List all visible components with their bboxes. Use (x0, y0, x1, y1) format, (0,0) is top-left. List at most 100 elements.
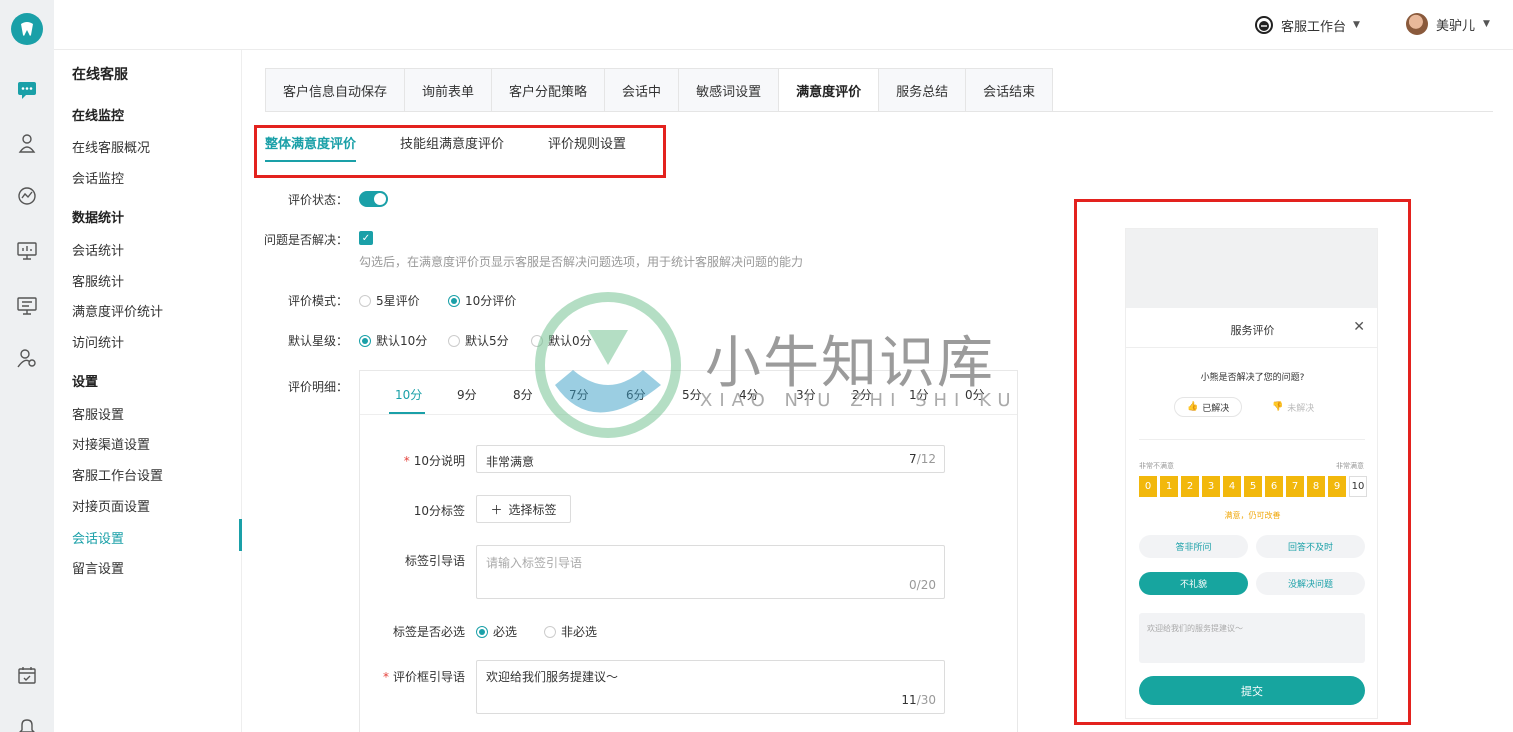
sidebar-item-session-stats[interactable]: 会话统计 (72, 240, 124, 259)
radio-default-0[interactable]: 默认0分 (531, 332, 592, 349)
agent-icon[interactable] (15, 131, 39, 155)
score-tab-1[interactable]: 1分 (909, 386, 929, 403)
tab-pre-chat-form[interactable]: 询前表单 (404, 68, 493, 112)
bell-icon[interactable] (15, 714, 39, 732)
box-guide-max: /30 (916, 693, 936, 707)
tab-satisfaction[interactable]: 满意度评价 (778, 68, 880, 112)
sidebar-item-agent-stats[interactable]: 客服统计 (72, 271, 124, 290)
preview-score-0[interactable]: 0 (1139, 476, 1157, 497)
sidebar-item-message-settings[interactable]: 留言设置 (72, 558, 124, 577)
radio-label: 默认0分 (548, 334, 592, 348)
desc-max: /12 (916, 452, 936, 466)
radio-optional[interactable]: 非必选 (544, 623, 597, 640)
sidebar-item-session-monitor[interactable]: 会话监控 (72, 168, 124, 187)
thumbs-down-icon: 👎 (1272, 402, 1284, 412)
sidebar-item-visit-stats[interactable]: 访问统计 (72, 332, 124, 351)
radio-dot (476, 625, 488, 638)
status-label: 评价状态： (287, 193, 348, 207)
close-icon[interactable]: ✕ (1353, 319, 1365, 335)
tab-assignment[interactable]: 客户分配策略 (491, 68, 606, 112)
preview-score-10[interactable]: 10 (1349, 476, 1367, 497)
sidebar-item-satisfaction-stats[interactable]: 满意度评价统计 (72, 301, 163, 320)
chat-icon[interactable] (15, 78, 39, 102)
sidebar-item-page-settings[interactable]: 对接页面设置 (72, 496, 150, 515)
preview-suggestion-textarea[interactable]: 欢迎给我们的服务提建议～ (1139, 613, 1365, 663)
sidebar-item-workbench-settings[interactable]: 客服工作台设置 (72, 465, 163, 484)
required-label: 标签是否必选 (392, 625, 465, 639)
radio-label: 必选 (493, 625, 518, 639)
calendar-icon[interactable] (15, 663, 39, 687)
preview-score-2[interactable]: 2 (1181, 476, 1199, 497)
desc-input[interactable]: 非常满意 7/12 (476, 445, 945, 473)
preview-solved-button[interactable]: 👍 已解决 (1174, 397, 1243, 417)
preview-tag-unsolved[interactable]: 没解决问题 (1256, 572, 1365, 595)
score-tab-8[interactable]: 8分 (513, 386, 533, 403)
radio-dot (531, 334, 543, 347)
desc-count: 7 (909, 452, 917, 466)
preview-unsolved-button[interactable]: 👎 未解决 (1260, 397, 1326, 417)
radio-dot (544, 625, 556, 638)
radio-required[interactable]: 必选 (476, 623, 517, 640)
preview-score-3[interactable]: 3 (1202, 476, 1220, 497)
solved-checkbox[interactable]: ✓ (359, 231, 373, 245)
preview-score-9[interactable]: 9 (1328, 476, 1346, 497)
score-tab-4[interactable]: 4分 (739, 386, 759, 403)
preview-divider (1126, 347, 1377, 348)
sidebar-item-overview[interactable]: 在线客服概况 (72, 137, 150, 156)
radio-label: 默认10分 (376, 334, 428, 348)
preview-unsolved-label: 未解决 (1287, 403, 1315, 414)
solved-label: 问题是否解决： (263, 233, 348, 247)
tab-sensitive-words[interactable]: 敏感词设置 (678, 68, 780, 112)
score-tab-7[interactable]: 7分 (569, 386, 589, 403)
score-tab-3[interactable]: 3分 (796, 386, 816, 403)
sidebar-item-session-settings[interactable]: 会话设置 (72, 528, 124, 547)
preview-score-5[interactable]: 5 (1244, 476, 1262, 497)
box-guide-value: 欢迎给我们服务提建议～ (486, 670, 619, 684)
preview-score-6[interactable]: 6 (1265, 476, 1283, 497)
radio-default-10[interactable]: 默认10分 (359, 332, 427, 349)
score-tab-0[interactable]: 0分 (965, 386, 985, 403)
preview-score-4[interactable]: 4 (1223, 476, 1241, 497)
score-tab-9[interactable]: 9分 (457, 386, 477, 403)
score-tab-6[interactable]: 6分 (626, 386, 646, 403)
status-toggle[interactable] (359, 191, 388, 207)
radio-dot (448, 334, 460, 347)
preview-score-8[interactable]: 8 (1307, 476, 1325, 497)
tab-divider (265, 111, 1493, 112)
screen-stats-icon[interactable] (15, 239, 39, 263)
score-tab-2[interactable]: 2分 (852, 386, 872, 403)
guide-textarea[interactable]: 请输入标签引导语 0/20 (476, 545, 945, 599)
user-settings-icon[interactable] (15, 346, 39, 370)
preview-title: 服务评价 (1230, 324, 1275, 337)
radio-5-star[interactable]: 5星评价 (359, 292, 420, 309)
sidebar-item-channel-settings[interactable]: 对接渠道设置 (72, 434, 150, 453)
app-logo-icon[interactable] (11, 13, 43, 45)
radio-10-point[interactable]: 10分评价 (448, 292, 516, 309)
tab-in-session[interactable]: 会话中 (604, 68, 680, 112)
preview-tag-irrelevant[interactable]: 答非所问 (1139, 535, 1248, 558)
tab-service-summary[interactable]: 服务总结 (878, 68, 967, 112)
default-label: 默认星级： (287, 334, 348, 348)
select-tag-label: 选择标签 (508, 502, 557, 517)
select-tag-button[interactable]: ＋ 选择标签 (476, 495, 571, 523)
main-tabs: 客户信息自动保存 询前表单 客户分配策略 会话中 敏感词设置 满意度评价 服务总… (265, 68, 1054, 112)
sidebar-item-agent-settings[interactable]: 客服设置 (72, 404, 124, 423)
score-tab-10[interactable]: 10分 (395, 386, 422, 403)
preview-score-7[interactable]: 7 (1286, 476, 1304, 497)
workspace-switcher[interactable]: 客服工作台 ▼ (1254, 15, 1360, 35)
monitor-chart-icon[interactable] (15, 184, 39, 208)
tab-customer-info[interactable]: 客户信息自动保存 (265, 68, 406, 112)
box-guide-textarea[interactable]: 欢迎给我们服务提建议～ 11/30 (476, 660, 945, 714)
preview-tag-impolite[interactable]: 不礼貌 (1139, 572, 1248, 595)
score-tabs: 10分 9分 8分 7分 6分 5分 4分 3分 2分 1分 0分 (360, 371, 1017, 415)
preview-submit-button[interactable]: 提交 (1139, 676, 1365, 705)
tab-session-end[interactable]: 会话结束 (965, 68, 1054, 112)
screen-settings-icon[interactable] (15, 294, 39, 318)
radio-default-5[interactable]: 默认5分 (448, 332, 509, 349)
preview-score-1[interactable]: 1 (1160, 476, 1178, 497)
user-menu[interactable]: 美驴儿 ▼ (1406, 13, 1490, 35)
sidebar-group-settings: 设置 (72, 375, 99, 390)
score-tab-5[interactable]: 5分 (682, 386, 702, 403)
preview-tag-slow[interactable]: 回答不及时 (1256, 535, 1365, 558)
preview-question: 小熊是否解决了您的问题? (1200, 373, 1305, 383)
